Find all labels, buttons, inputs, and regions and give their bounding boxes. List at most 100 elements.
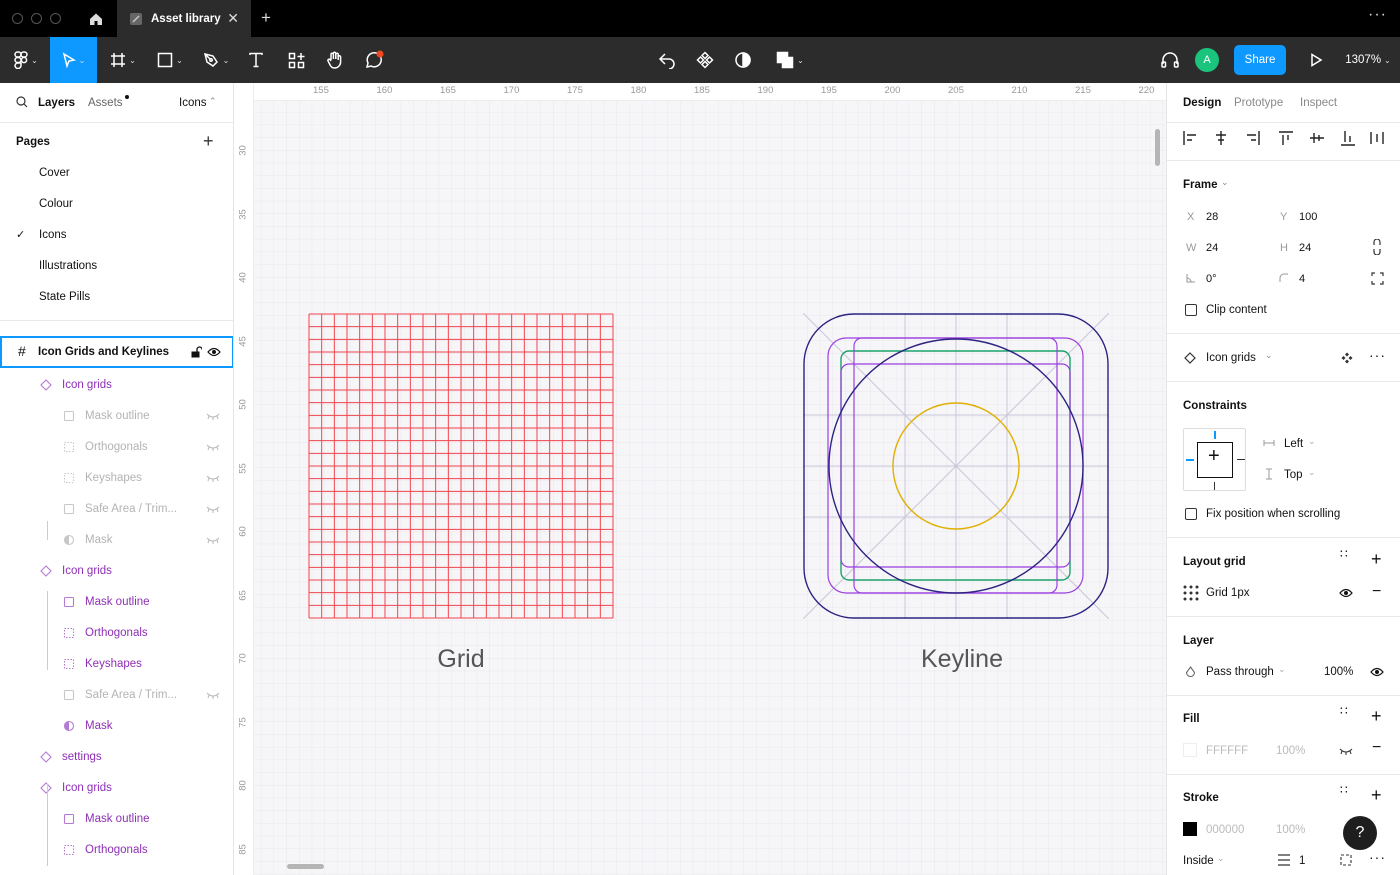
layer-row[interactable]: Icon grids xyxy=(0,378,233,402)
layer-row[interactable]: Safe Area / Trim... xyxy=(0,502,233,526)
keyline-illustration[interactable] xyxy=(803,313,1109,619)
stroke-swatch[interactable] xyxy=(1183,822,1197,836)
eye-closed-icon[interactable] xyxy=(206,535,220,547)
layer-row[interactable]: Orthogonals xyxy=(0,843,233,867)
layer-row[interactable]: Icon grids xyxy=(0,781,233,805)
add-fill-icon[interactable]: + xyxy=(1371,706,1382,727)
home-button[interactable] xyxy=(76,0,116,37)
eye-closed-icon[interactable] xyxy=(206,690,220,702)
constraint-right-handle[interactable] xyxy=(1237,459,1245,460)
distribute-icon[interactable] xyxy=(1369,130,1395,146)
layer-row[interactable]: settings xyxy=(0,750,233,774)
tab-asset-library[interactable]: Asset library ✕ xyxy=(117,0,251,37)
layer-row[interactable]: Orthogonals xyxy=(0,626,233,650)
stroke-opacity-input[interactable]: 100% xyxy=(1276,824,1305,836)
frame-tool-button[interactable]: ⌄ xyxy=(105,37,141,83)
tab-inspect[interactable]: Inspect xyxy=(1300,97,1337,109)
go-to-main-component-icon[interactable] xyxy=(1341,352,1353,364)
layer-row[interactable]: Keyshapes xyxy=(0,471,233,495)
corner-radius-input[interactable]: 4 xyxy=(1299,273,1305,285)
add-layout-grid-icon[interactable]: + xyxy=(1371,549,1382,570)
fill-hex-input[interactable]: FFFFFF xyxy=(1206,745,1248,757)
fill-styles-icon[interactable]: ∷ xyxy=(1340,705,1348,717)
boolean-button[interactable]: ⌄ xyxy=(770,37,810,83)
new-tab-icon[interactable]: + xyxy=(261,8,271,28)
page-item[interactable]: State Pills xyxy=(39,291,90,303)
tab-design[interactable]: Design xyxy=(1183,97,1221,109)
horizontal-constraint-select[interactable]: Left xyxy=(1284,438,1303,450)
independent-corners-icon[interactable] xyxy=(1371,272,1384,285)
user-avatar[interactable]: A xyxy=(1194,37,1220,83)
create-component-button[interactable] xyxy=(654,37,680,83)
frame-section-title[interactable]: Frame xyxy=(1183,179,1218,191)
constraint-top-handle[interactable] xyxy=(1214,431,1216,439)
page-item[interactable]: Icons xyxy=(39,229,67,241)
align-right-icon[interactable] xyxy=(1245,130,1259,146)
align-bottom-icon[interactable] xyxy=(1339,130,1353,146)
width-input[interactable]: 24 xyxy=(1206,242,1218,254)
grid-styles-icon[interactable]: ∷ xyxy=(1340,548,1348,560)
tab-layers[interactable]: Layers xyxy=(38,97,75,109)
component-button[interactable] xyxy=(692,37,718,83)
layer-row[interactable]: Orthogonals xyxy=(0,440,233,464)
remove-fill-icon[interactable]: − xyxy=(1372,739,1381,757)
layer-row[interactable]: Mask xyxy=(0,719,233,743)
more-icon[interactable]: ··· xyxy=(1368,6,1387,24)
main-menu-button[interactable]: ⌄ xyxy=(4,37,48,83)
page-item[interactable]: Colour xyxy=(39,198,73,210)
layer-row[interactable]: Keyshapes xyxy=(0,657,233,681)
blend-mode-select[interactable]: Pass through xyxy=(1206,666,1274,678)
align-left-icon[interactable] xyxy=(1183,130,1197,146)
page-item[interactable]: Illustrations xyxy=(39,260,97,272)
help-button[interactable]: ? xyxy=(1343,816,1377,850)
layer-row[interactable]: Icon grids xyxy=(0,564,233,588)
instance-more-icon[interactable]: ··· xyxy=(1369,347,1386,363)
vertical-constraint-select[interactable]: Top xyxy=(1284,469,1303,481)
audio-button[interactable] xyxy=(1156,37,1184,83)
resources-button[interactable] xyxy=(283,37,309,83)
close-tab-icon[interactable]: ✕ xyxy=(227,10,239,27)
stroke-weight-input[interactable]: 1 xyxy=(1299,855,1305,867)
tab-prototype[interactable]: Prototype xyxy=(1234,97,1283,109)
eye-closed-icon[interactable] xyxy=(206,504,220,516)
layer-row[interactable]: Mask outline xyxy=(0,812,233,836)
rotation-input[interactable]: 0° xyxy=(1206,273,1217,285)
stroke-hex-input[interactable]: 000000 xyxy=(1206,824,1244,836)
canvas[interactable]: 155 160 165 170 175 180 185 190 195 200 205 210 215 2… xyxy=(234,83,1166,875)
pen-tool-button[interactable]: ⌄ xyxy=(197,37,235,83)
add-stroke-icon[interactable]: + xyxy=(1371,785,1382,806)
layer-row[interactable]: Mask outline xyxy=(0,409,233,433)
constrain-proportions-icon[interactable] xyxy=(1372,239,1382,255)
share-button[interactable]: Share xyxy=(1234,45,1286,75)
constraint-bottom-handle[interactable] xyxy=(1214,482,1215,490)
shape-tool-button[interactable]: ⌄ xyxy=(152,37,188,83)
layout-grid-item[interactable]: Grid 1px xyxy=(1206,587,1249,599)
horizontal-scrollbar[interactable] xyxy=(287,864,324,869)
mask-button[interactable] xyxy=(730,37,756,83)
vertical-scrollbar[interactable] xyxy=(1155,129,1160,166)
layer-row[interactable]: Safe Area / Trim... xyxy=(0,688,233,712)
remove-layout-grid-icon[interactable]: − xyxy=(1372,583,1381,601)
comment-tool-button[interactable] xyxy=(360,37,388,83)
align-horizontal-center-icon[interactable] xyxy=(1213,130,1227,146)
x-input[interactable]: 28 xyxy=(1206,211,1218,223)
height-input[interactable]: 24 xyxy=(1299,242,1311,254)
stroke-styles-icon[interactable]: ∷ xyxy=(1340,784,1348,796)
fill-opacity-input[interactable]: 100% xyxy=(1276,745,1305,757)
eye-icon[interactable] xyxy=(207,347,221,357)
grid-illustration[interactable] xyxy=(308,313,614,619)
search-icon[interactable] xyxy=(16,96,28,108)
tab-assets[interactable]: Assets xyxy=(88,97,123,109)
stroke-more-icon[interactable]: ··· xyxy=(1369,849,1386,865)
clip-content-checkbox[interactable] xyxy=(1185,304,1197,316)
text-tool-button[interactable] xyxy=(244,37,268,83)
hand-tool-button[interactable] xyxy=(322,37,348,83)
eye-closed-icon[interactable] xyxy=(206,411,220,423)
add-page-icon[interactable]: + xyxy=(203,131,214,152)
window-close-button[interactable] xyxy=(12,13,23,24)
y-input[interactable]: 100 xyxy=(1299,211,1317,223)
layer-row[interactable]: Mask xyxy=(0,533,233,557)
constraint-left-handle[interactable] xyxy=(1186,459,1194,461)
zoom-dropdown[interactable]: 1307% ⌄ xyxy=(1340,37,1396,83)
layer-frame-icon-grids-keylines[interactable]: # Icon Grids and Keylines xyxy=(0,336,233,368)
